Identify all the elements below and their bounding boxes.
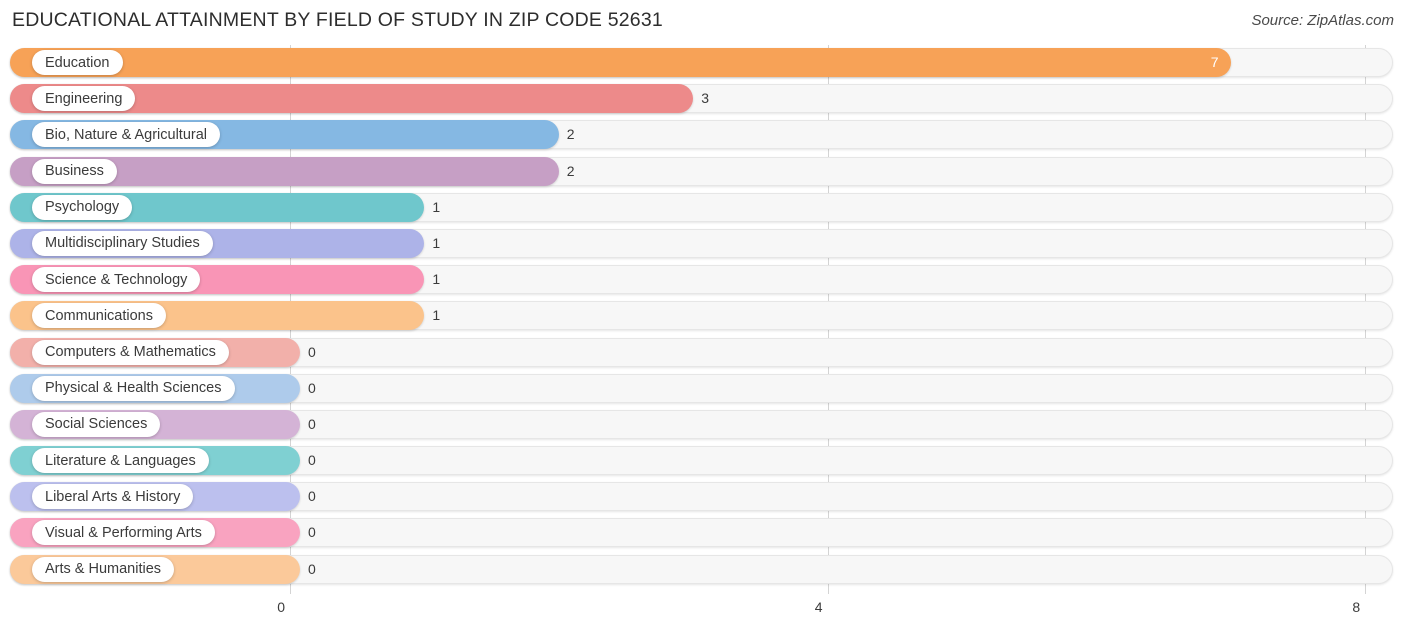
bar-value-label: 0	[308, 415, 316, 432]
category-pill: Science & Technology	[32, 267, 201, 293]
bar-rows: Education 7 Engineering 3 Bio, Nature & Agri…	[0, 45, 1406, 588]
bar-row[interactable]: Computers & Mathematics 0	[0, 335, 1406, 371]
category-pill: Communications	[32, 303, 166, 329]
category-label: Literature & Languages	[45, 452, 196, 469]
category-pill: Bio, Nature & Agricultural	[32, 122, 220, 148]
bar-value-label: 3	[701, 90, 709, 107]
category-label: Physical & Health Sciences	[45, 380, 222, 397]
category-pill: Engineering	[32, 86, 136, 112]
bar-value-label: 1	[432, 307, 441, 324]
bar-row[interactable]: Bio, Nature & Agricultural 2	[0, 117, 1406, 153]
category-label: Engineering	[45, 90, 123, 107]
x-tick-label: 4	[814, 599, 823, 615]
category-pill: Computers & Mathematics	[32, 339, 229, 365]
bar-row[interactable]: Arts & Humanities 0	[0, 552, 1406, 588]
bar[interactable]	[10, 48, 1231, 77]
category-pill: Psychology	[32, 194, 133, 220]
bar-row[interactable]: Communications 1	[0, 298, 1406, 334]
bar-value-label: 0	[308, 488, 316, 505]
bar-row[interactable]: Education 7	[0, 45, 1406, 81]
category-label: Liberal Arts & History	[45, 488, 181, 505]
category-label: Psychology	[45, 199, 120, 216]
bar-value-label: 0	[308, 560, 316, 577]
category-label: Computers & Mathematics	[45, 344, 216, 360]
bar-value-label: 2	[566, 126, 575, 143]
chart-plot-area: Education 7 Engineering 3 Bio, Nature & Agri…	[0, 45, 1406, 631]
bar-value-label: 1	[432, 271, 441, 288]
bar-value-label: 0	[308, 524, 316, 541]
category-label: Arts & Humanities	[45, 561, 162, 578]
category-pill: Physical & Health Sciences	[32, 375, 235, 401]
bar-value-label: 2	[566, 162, 575, 179]
bar-row[interactable]: Social Sciences 0	[0, 407, 1406, 443]
bar-row[interactable]: Science & Technology 1	[0, 262, 1406, 298]
category-pill: Multidisciplinary Studies	[32, 230, 213, 256]
category-pill: Visual & Performing Arts	[32, 520, 215, 546]
category-label: Science & Technology	[45, 271, 188, 288]
x-axis: 0 4 8	[0, 594, 1406, 631]
category-pill: Liberal Arts & History	[32, 484, 194, 510]
bar-value-label: 0	[308, 452, 316, 469]
source-attribution: Source: ZipAtlas.com	[1251, 12, 1394, 29]
bar-row[interactable]: Engineering 3	[0, 81, 1406, 117]
x-tick-label: 8	[1352, 599, 1361, 615]
category-label: Bio, Nature & Agricultural	[45, 126, 207, 143]
category-label: Business	[45, 163, 104, 180]
category-label: Education	[45, 54, 110, 71]
bar-value-label: 1	[432, 234, 441, 251]
category-pill: Arts & Humanities	[32, 556, 175, 582]
bar-value-label: 0	[308, 343, 316, 360]
category-pill: Social Sciences	[32, 411, 161, 437]
bar-row[interactable]: Psychology 1	[0, 190, 1406, 226]
bar-row[interactable]: Physical & Health Sciences 0	[0, 371, 1406, 407]
x-tick-label: 0	[277, 599, 285, 615]
bar-row[interactable]: Liberal Arts & History 0	[0, 479, 1406, 515]
bar-row[interactable]: Multidisciplinary Studies 1	[0, 226, 1406, 262]
bar-row[interactable]: Visual & Performing Arts 0	[0, 515, 1406, 551]
category-label: Multidisciplinary Studies	[45, 235, 200, 252]
category-label: Visual & Performing Arts	[45, 524, 202, 541]
chart-header: EDUCATIONAL ATTAINMENT BY FIELD OF STUDY…	[0, 0, 1406, 45]
page-title: EDUCATIONAL ATTAINMENT BY FIELD OF STUDY…	[12, 9, 663, 31]
category-label: Communications	[45, 307, 153, 324]
category-pill: Business	[32, 158, 117, 184]
category-label: Social Sciences	[45, 416, 148, 433]
bar-row[interactable]: Business 2	[0, 154, 1406, 190]
category-pill: Literature & Languages	[32, 448, 209, 474]
bar-row[interactable]: Literature & Languages 0	[0, 443, 1406, 479]
bar-value-label: 1	[432, 198, 441, 215]
category-pill: Education	[32, 50, 123, 75]
bar-value-label: 7	[1210, 54, 1219, 70]
bar-value-label: 0	[308, 379, 316, 396]
